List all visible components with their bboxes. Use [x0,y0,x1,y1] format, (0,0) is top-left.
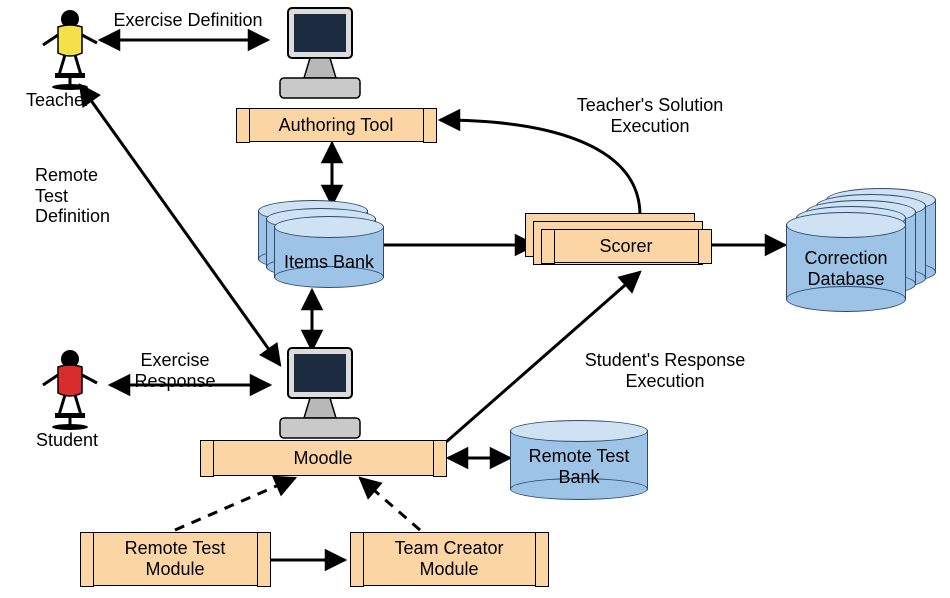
scorer-box: Scorer [541,229,711,263]
moodle-monitor-icon [270,340,370,445]
scorer-label: Scorer [581,236,670,257]
authoring-tool-label: Authoring Tool [261,115,412,136]
edge-exercise-response: Exercise Response [115,350,235,391]
authoring-tool-box: Authoring Tool [236,108,436,142]
moodle-box: Moodle [200,440,446,476]
teacher-icon [25,5,105,90]
edge-exercise-definition: Exercise Definition [103,10,273,31]
edge-remote-test-definition: Remote Test Definition [35,165,135,227]
items-bank-label: Items Bank [274,252,384,273]
remote-test-module-box: Remote Test Module [80,532,270,586]
authoring-monitor-icon [270,0,370,105]
correction-db-label: Correction Database [786,248,906,290]
items-bank-cyl-front: Items Bank [274,216,384,288]
teacher-label: Teacher [13,90,103,111]
edge-teacher-solution: Teacher's Solution Execution [550,95,750,136]
remote-test-bank-cyl: Remote Test Bank [510,420,648,500]
student-label: Student [22,430,112,451]
student-icon [25,345,105,430]
diagram-stage: { "actors": { "teacher": "Teacher", "stu… [0,0,950,598]
edge-student-response: Student's Response Execution [555,350,775,391]
moodle-label: Moodle [275,448,370,469]
team-creator-module-box: Team Creator Module [350,532,548,586]
correction-db-1: Correction Database [786,212,906,312]
remote-test-bank-label: Remote Test Bank [510,446,648,488]
team-creator-module-label: Team Creator Module [376,538,521,580]
remote-test-module-label: Remote Test Module [107,538,244,580]
